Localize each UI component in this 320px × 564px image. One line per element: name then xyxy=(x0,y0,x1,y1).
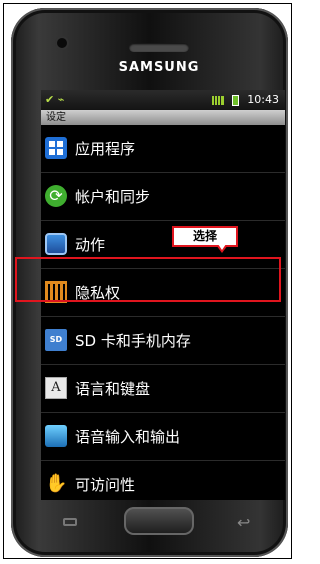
menu-item-label: 语音输入和输出 xyxy=(75,428,181,446)
language-icon: A xyxy=(45,377,67,399)
menu-item-apps[interactable]: 应用程序 xyxy=(41,125,285,173)
menu-item-voice-io[interactable]: 语音输入和输出 xyxy=(41,413,285,461)
motion-icon xyxy=(45,233,67,255)
status-time: 10:43 xyxy=(247,93,279,106)
menu-item-label: 帐户和同步 xyxy=(75,188,151,206)
menu-item-storage[interactable]: SD SD 卡和手机内存 xyxy=(41,317,285,365)
menu-item-label: 可访问性 xyxy=(75,476,136,494)
privacy-highlight-box xyxy=(15,257,281,302)
usb-icon: ✔ ⌁ xyxy=(45,93,65,106)
menu-item-accounts-sync[interactable]: ⟳ 帐户和同步 xyxy=(41,173,285,221)
menu-item-language-keyboard[interactable]: A 语言和键盘 xyxy=(41,365,285,413)
accessibility-icon: ✋ xyxy=(45,473,68,494)
select-callout: 选择 xyxy=(172,226,238,247)
signal-icon xyxy=(212,95,225,105)
menu-item-accessibility[interactable]: ✋ 可访问性 xyxy=(41,461,285,500)
callout-tail-inner xyxy=(218,244,226,250)
page-title: 设定 xyxy=(41,110,285,125)
menu-item-label: 语言和键盘 xyxy=(75,380,151,398)
home-button[interactable] xyxy=(124,507,194,535)
status-right: 10:43 xyxy=(212,93,279,106)
voice-icon xyxy=(45,425,67,447)
apps-icon xyxy=(45,137,67,159)
menu-item-label: 应用程序 xyxy=(75,140,136,158)
menu-item-label: 动作 xyxy=(75,236,106,254)
brand-logo: SAMSUNG xyxy=(118,60,200,75)
menu-item-label: SD 卡和手机内存 xyxy=(75,332,191,350)
battery-icon xyxy=(231,94,239,106)
sync-icon: ⟳ xyxy=(45,185,67,207)
menu-key[interactable] xyxy=(63,518,77,526)
front-camera xyxy=(57,38,67,48)
sd-card-icon: SD xyxy=(45,329,67,351)
settings-menu: 应用程序 ⟳ 帐户和同步 动作 隐私权 SD SD 卡和手机内存 A 语言和键盘 xyxy=(41,125,285,500)
earpiece-speaker xyxy=(129,43,189,52)
back-key[interactable]: ↩ xyxy=(237,513,250,532)
status-bar: ✔ ⌁ 10:43 xyxy=(41,90,285,110)
